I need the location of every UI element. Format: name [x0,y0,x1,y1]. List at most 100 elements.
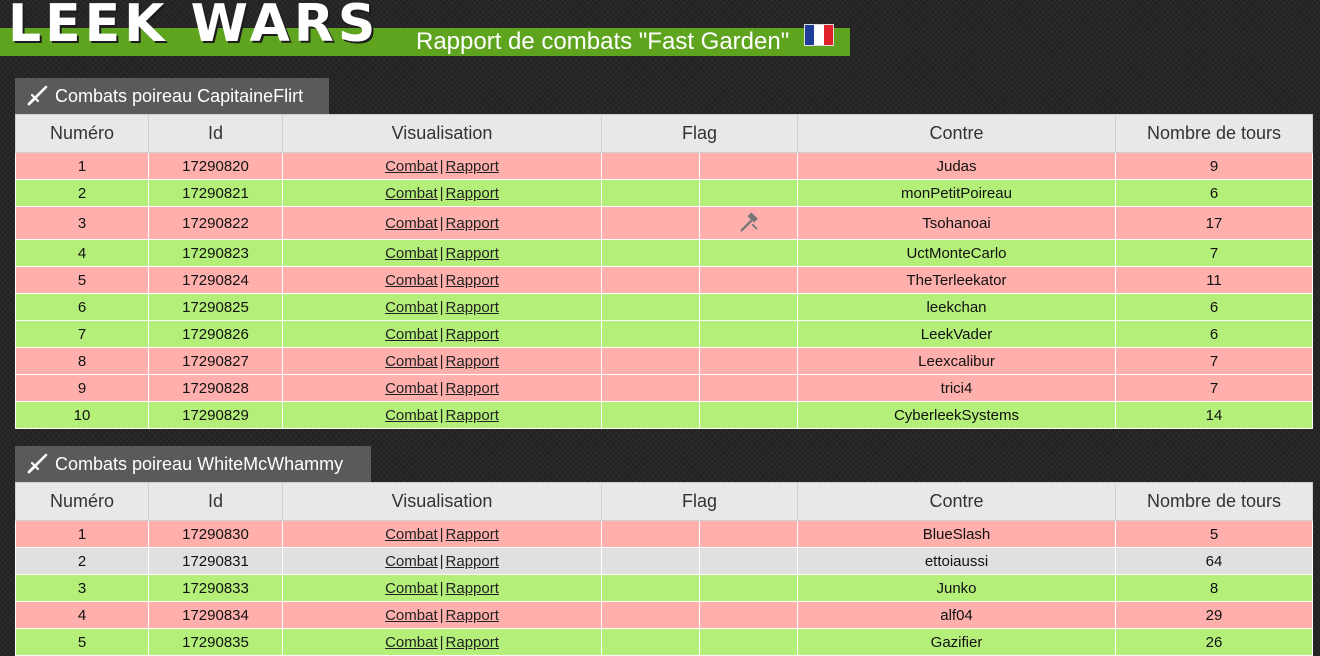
rapport-link[interactable]: Rapport [446,185,499,202]
combat-link[interactable]: Combat [385,272,438,289]
turn-count: 7 [1115,347,1313,375]
flag-cell [601,547,798,575]
rapport-link[interactable]: Rapport [446,215,499,232]
visualisation-cell: Combat | Rapport [282,152,602,180]
rapport-link[interactable]: Rapport [446,326,499,343]
combat-link[interactable]: Combat [385,299,438,316]
fight-number: 4 [15,239,149,267]
rapport-link[interactable]: Rapport [446,158,499,175]
combat-link[interactable]: Combat [385,185,438,202]
visualisation-cell: Combat | Rapport [282,628,602,656]
flag-cell [601,266,798,294]
flag-cell [601,601,798,629]
combat-link[interactable]: Combat [385,215,438,232]
combat-link[interactable]: Combat [385,326,438,343]
column-header: Id [148,114,283,153]
flag-slot [602,402,700,428]
flag-slot [700,180,797,206]
flag-cell [601,293,798,321]
opponent-name: Gazifier [797,628,1116,656]
visualisation-cell: Combat | Rapport [282,293,602,321]
flag-cell [601,179,798,207]
fight-number: 3 [15,206,149,240]
column-header: Numéro [15,114,149,153]
opponent-name: LeekVader [797,320,1116,348]
combat-link[interactable]: Combat [385,607,438,624]
rapport-link[interactable]: Rapport [446,380,499,397]
visualisation-cell: Combat | Rapport [282,239,602,267]
opponent-name: alf04 [797,601,1116,629]
opponent-name: leekchan [797,293,1116,321]
fight-id: 17290833 [148,574,283,602]
opponent-name: TheTerleekator [797,266,1116,294]
link-separator: | [439,352,444,370]
fight-id: 17290830 [148,520,283,548]
rapport-link[interactable]: Rapport [446,526,499,543]
table-header-row: Numéro Id Visualisation Flag Contre Nombre de… [15,482,1313,521]
sword-icon [27,85,48,106]
section-title-text: Combats poireau WhiteMcWhammy [55,454,344,474]
rapport-link[interactable]: Rapport [446,580,499,597]
combat-link[interactable]: Combat [385,380,438,397]
fight-id: 17290823 [148,239,283,267]
rapport-link[interactable]: Rapport [446,553,499,570]
link-separator: | [439,606,444,624]
combat-link[interactable]: Combat [385,245,438,262]
link-separator: | [439,157,444,175]
combat-link[interactable]: Combat [385,553,438,570]
opponent-name: trici4 [797,374,1116,402]
table-row: 9 17290828 Combat | Rapport trici4 7 [15,374,1313,402]
rapport-link[interactable]: Rapport [446,299,499,316]
turn-count: 26 [1115,628,1313,656]
rapport-link[interactable]: Rapport [446,407,499,424]
table-row: 1 17290830 Combat | Rapport BlueSlash 5 [15,520,1313,548]
flag-cell [601,239,798,267]
visualisation-cell: Combat | Rapport [282,547,602,575]
combat-link[interactable]: Combat [385,580,438,597]
fight-id: 17290828 [148,374,283,402]
fight-id: 17290824 [148,266,283,294]
opponent-name: ettoiaussi [797,547,1116,575]
combat-link[interactable]: Combat [385,353,438,370]
link-separator: | [439,379,444,397]
link-separator: | [439,184,444,202]
fight-id: 17290827 [148,347,283,375]
opponent-name: UctMonteCarlo [797,239,1116,267]
fight-number: 3 [15,574,149,602]
rapport-link[interactable]: Rapport [446,272,499,289]
fight-id: 17290835 [148,628,283,656]
link-separator: | [439,214,444,232]
leek-wars-logo[interactable]: LEEK WARS [8,0,379,54]
rapport-link[interactable]: Rapport [446,634,499,651]
column-header: Nombre de tours [1115,482,1313,521]
opponent-name: CyberleekSystems [797,401,1116,429]
table-row: 10 17290829 Combat | Rapport CyberleekSystems… [15,401,1313,429]
combat-link[interactable]: Combat [385,526,438,543]
rapport-link[interactable]: Rapport [446,245,499,262]
combat-link[interactable]: Combat [385,158,438,175]
combat-link[interactable]: Combat [385,407,438,424]
flag-slot [602,267,700,293]
visualisation-cell: Combat | Rapport [282,520,602,548]
column-header: Flag [601,114,798,153]
flag-slot [602,629,700,655]
fight-number: 6 [15,293,149,321]
turn-count: 11 [1115,266,1313,294]
flag-slot [602,348,700,374]
table-row: 3 17290833 Combat | Rapport Junko 8 [15,574,1313,602]
flag-cell [601,628,798,656]
rapport-link[interactable]: Rapport [446,607,499,624]
turn-count: 64 [1115,547,1313,575]
fight-number: 1 [15,152,149,180]
flag-slot [602,153,700,179]
rapport-link[interactable]: Rapport [446,353,499,370]
combat-link[interactable]: Combat [385,634,438,651]
column-header: Numéro [15,482,149,521]
flag-slot [602,321,700,347]
fight-number: 2 [15,179,149,207]
turn-count: 7 [1115,374,1313,402]
flag-slot [700,207,797,239]
flag-slot [700,153,797,179]
link-separator: | [439,552,444,570]
flag-slot [700,602,797,628]
